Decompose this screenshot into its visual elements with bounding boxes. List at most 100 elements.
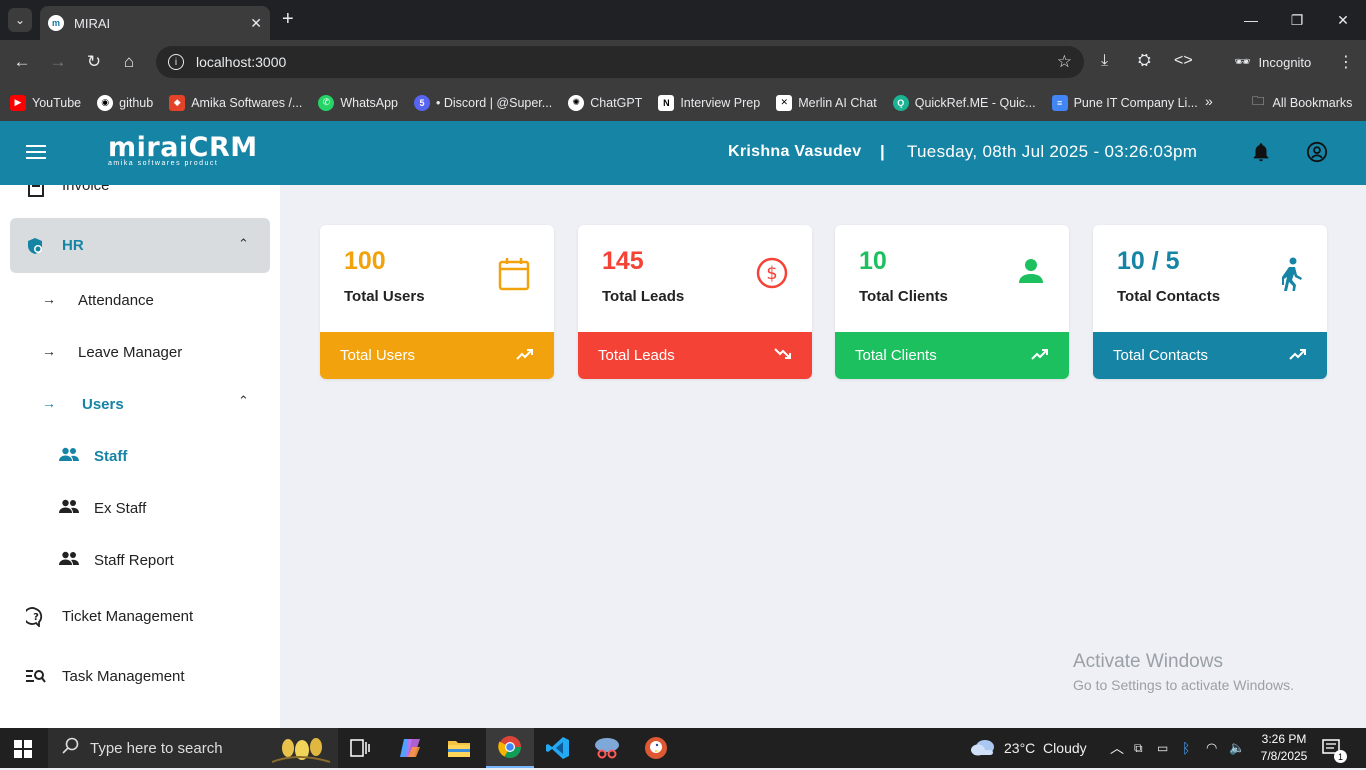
browser-tab[interactable]: m MIRAI ✕ [40, 6, 270, 40]
volume-icon[interactable]: 🔈 [1229, 728, 1245, 768]
notification-center-icon[interactable]: 1 [1322, 728, 1347, 768]
sidebar-item-task-management[interactable]: Task Management [0, 665, 280, 689]
bookmark-interview-prep[interactable]: N Interview Prep [658, 94, 760, 111]
activate-windows-watermark: Activate Windows Go to Settings to activ… [1073, 651, 1294, 693]
home-icon[interactable]: ⌂ [118, 52, 140, 72]
bookmark-discord[interactable]: 5 • Discord | @Super... [414, 94, 552, 111]
taskbar-clock[interactable]: 3:26 PM 7/8/2025 [1254, 731, 1314, 765]
bookmark-label: QuickRef.ME - Quic... [914, 95, 1036, 110]
bookmark-amika[interactable]: ◆ Amika Softwares /... [169, 94, 302, 111]
people-icon [59, 499, 79, 517]
back-button[interactable]: ← [11, 52, 33, 72]
bookmark-chatgpt[interactable]: ✺ ChatGPT [568, 94, 643, 111]
snipping-tool-icon[interactable] [583, 728, 631, 768]
file-explorer-icon[interactable] [435, 728, 483, 768]
sidebar-item-invoice[interactable]: Invoice [0, 185, 280, 201]
sidebar-item-attendance[interactable]: → Attendance [0, 289, 280, 313]
sidebar-item-label: Attendance [78, 292, 154, 309]
card-label: Total Contacts [1117, 288, 1221, 305]
sidebar-item-leave-manager[interactable]: → Leave Manager [0, 341, 280, 365]
reload-button[interactable]: ↻ [83, 52, 105, 72]
tab-title: MIRAI [74, 15, 111, 31]
battery-icon[interactable]: ▭ [1157, 728, 1168, 768]
chevron-up-icon[interactable]: ⌃ [238, 236, 249, 252]
chevron-up-tray-icon[interactable]: ︿ [1110, 728, 1124, 768]
copilot-icon[interactable] [386, 728, 434, 768]
arrow-right-icon: → [42, 343, 56, 359]
sidebar: Invoice HR ⌃ → Attendance → Leave Manage… [0, 185, 280, 728]
sidebar-item-hr[interactable]: HR ⌃ [10, 218, 270, 273]
sidebar-item-staff[interactable]: Staff [0, 445, 280, 469]
logo-text: miraiCRM [108, 132, 258, 163]
bookmark-whatsapp[interactable]: ✆ WhatsApp [318, 94, 398, 111]
header-separator: | [880, 142, 885, 161]
tab-search-button[interactable]: ⌄ [8, 8, 32, 32]
taskbar-search[interactable]: Type here to search [48, 728, 338, 768]
browser-toolbar: ← → ↻ ⌂ i localhost:3000 ☆ ⤓ ⛭ <> 🕶 Inco… [0, 40, 1366, 84]
card-footer-label: Total Users [340, 347, 416, 364]
more-bookmarks-icon[interactable]: » [1205, 93, 1213, 109]
bookmark-github[interactable]: ◉ github [97, 94, 154, 111]
bluetooth-icon[interactable]: ᛒ [1182, 728, 1190, 768]
weather-widget[interactable]: 23°C Cloudy [970, 728, 1087, 768]
search-highlight-icon [268, 732, 334, 770]
trending-up-icon [516, 347, 534, 364]
calendar-icon [498, 257, 530, 296]
mirai-logo: miraiCRM amika softwares product [108, 132, 258, 168]
address-bar[interactable]: i localhost:3000 ☆ [156, 46, 1084, 78]
restore-button[interactable]: ❐ [1274, 0, 1320, 40]
svg-text:$: $ [766, 263, 777, 284]
bookmark-merlin[interactable]: ✕ Merlin AI Chat [776, 94, 877, 111]
clock-date: 7/8/2025 [1260, 749, 1308, 763]
chevron-up-icon[interactable]: ⌃ [238, 393, 249, 409]
profile-icon[interactable] [1306, 141, 1328, 168]
close-window-button[interactable]: ✕ [1320, 0, 1366, 40]
windows-start-icon[interactable] [14, 740, 32, 758]
browser-menu-icon[interactable]: ⋮ [1338, 52, 1354, 72]
sidebar-item-label: Staff [94, 448, 128, 465]
user-name: Krishna Vasudev [728, 143, 862, 160]
chrome-taskbar-icon[interactable] [486, 728, 534, 768]
total-contacts-card[interactable]: 10 / 5 Total Contacts Total Contacts [1093, 225, 1327, 379]
sidebar-item-ex-staff[interactable]: Ex Staff [0, 497, 280, 521]
bookmark-star-icon[interactable]: ☆ [1057, 52, 1072, 72]
bell-icon[interactable] [1250, 140, 1272, 169]
wifi-icon[interactable]: ◠ [1206, 728, 1217, 768]
total-users-card[interactable]: 100 Total Users Total Users [320, 225, 554, 379]
all-bookmarks-button[interactable]: 🗀 All Bookmarks [1252, 92, 1352, 113]
bookmark-label: ChatGPT [590, 95, 643, 110]
meet-now-icon[interactable]: ⧉ [1134, 728, 1143, 768]
card-label: Total Users [344, 288, 425, 305]
incognito-badge[interactable]: 🕶 Incognito [1222, 46, 1326, 78]
task-view-icon[interactable] [336, 728, 384, 768]
devtools-icon[interactable]: <> [1174, 52, 1193, 70]
bookmark-label: Pune IT Company Li... [1073, 95, 1198, 110]
site-info-icon[interactable]: i [168, 54, 184, 70]
bookmark-youtube[interactable]: ▶ YouTube [10, 94, 81, 111]
incognito-small-icon[interactable]: ⛭ [1138, 52, 1151, 70]
url-text: localhost:3000 [196, 54, 287, 70]
bookmark-label: github [119, 95, 154, 110]
current-datetime: Tuesday, 08th Jul 2025 - 03:26:03pm [907, 142, 1198, 161]
menu-toggle-icon[interactable] [26, 145, 46, 160]
chatgpt-icon: ✺ [568, 94, 585, 111]
download-icon[interactable]: ⤓ [1101, 52, 1108, 70]
close-tab-icon[interactable]: ✕ [250, 15, 262, 32]
clock-time: 3:26 PM [1261, 732, 1307, 746]
minimize-button[interactable]: — [1228, 0, 1274, 40]
forward-button[interactable]: → [47, 52, 69, 72]
trending-down-icon [774, 347, 792, 364]
duckduckgo-icon[interactable] [632, 728, 680, 768]
sidebar-item-staff-report[interactable]: Staff Report [0, 549, 280, 573]
bookmark-quickref[interactable]: Ǫ QuickRef.ME - Quic... [892, 94, 1036, 111]
bookmark-pune-it[interactable]: ≡ Pune IT Company Li... [1051, 94, 1198, 111]
total-leads-card[interactable]: 145 Total Leads $ Total Leads [578, 225, 812, 379]
sidebar-item-users[interactable]: → Users ⌃ [0, 393, 280, 417]
task-search-icon [26, 669, 46, 687]
sidebar-item-label: Leave Manager [78, 344, 183, 361]
sidebar-item-ticket-management[interactable]: ? Ticket Management [0, 605, 280, 629]
total-clients-card[interactable]: 10 Total Clients Total Clients [835, 225, 1069, 379]
new-tab-button[interactable]: + [282, 8, 294, 31]
vscode-icon[interactable] [534, 728, 582, 768]
browser-chrome: ⌄ m MIRAI ✕ + — ❐ ✕ ← → ↻ ⌂ i localhost:… [0, 0, 1366, 121]
